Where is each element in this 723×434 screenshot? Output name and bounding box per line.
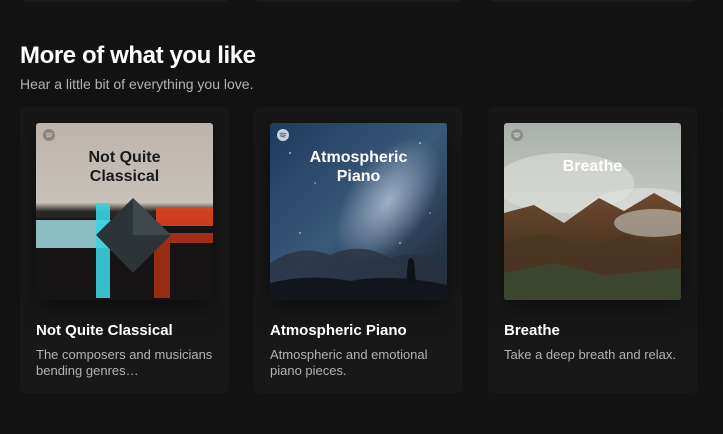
playlist-description: Atmospheric and emotional piano pieces. bbox=[270, 347, 428, 378]
previous-shelf-row bbox=[0, 0, 723, 4]
cover-title: Breathe bbox=[562, 158, 623, 175]
playlist-title[interactable]: Atmospheric Piano bbox=[270, 322, 450, 339]
playlist-title[interactable]: Breathe bbox=[504, 322, 684, 339]
playlist-title[interactable]: Not Quite Classical bbox=[36, 322, 216, 339]
cover-title: Not Quite Classical bbox=[88, 149, 161, 185]
previous-card[interactable] bbox=[254, 0, 463, 2]
cover-art-breathe bbox=[504, 123, 681, 300]
section-subtitle: Hear a little bit of everything you love… bbox=[20, 76, 254, 92]
playlist-cover: Not Quite Classical bbox=[36, 123, 213, 300]
playlist-card[interactable]: Breathe Breathe Take a deep breath and r… bbox=[488, 107, 697, 393]
spotify-logo-icon bbox=[43, 129, 55, 141]
playlist-cover: Atmospheric Piano bbox=[270, 123, 447, 300]
section-title[interactable]: More of what you like bbox=[20, 42, 256, 70]
playlist-cover: Breathe bbox=[504, 123, 681, 300]
playlist-card[interactable]: Not Quite Classical Not Quite Classical … bbox=[20, 107, 229, 393]
spotify-logo-icon bbox=[511, 129, 523, 141]
cover-title: Atmospheric Piano bbox=[309, 149, 408, 185]
previous-card[interactable] bbox=[20, 0, 229, 2]
playlist-description: Take a deep breath and relax. bbox=[504, 347, 677, 362]
previous-card[interactable] bbox=[488, 0, 697, 2]
spotify-logo-icon bbox=[277, 129, 289, 141]
playlist-description: The composers and musicians bending genr… bbox=[36, 347, 213, 378]
playlist-card[interactable]: Atmospheric Piano Atmospheric Piano Atmo… bbox=[254, 107, 463, 393]
